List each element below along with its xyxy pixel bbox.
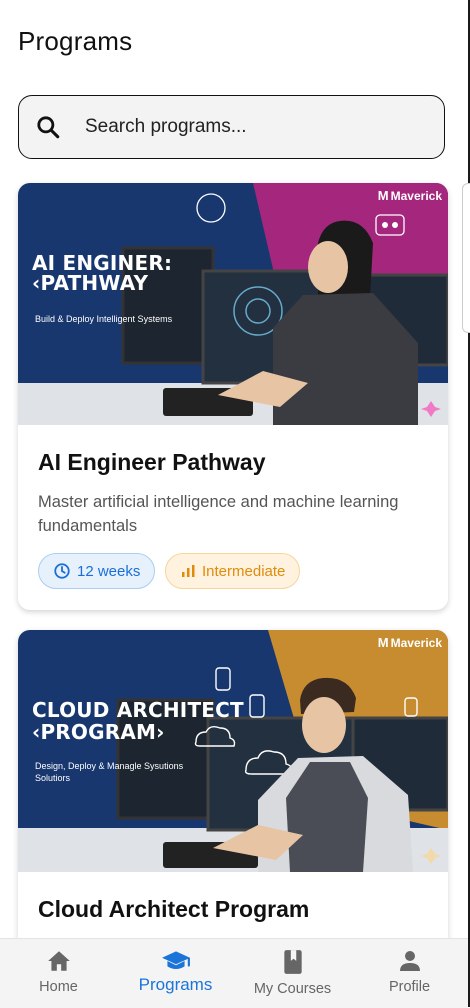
nav-label: Profile (388, 979, 431, 995)
program-banner: M Maverick AI ENGINER: ‹PATHWAY Build & D… (18, 183, 448, 425)
duration-badge: 12 weeks (38, 553, 156, 589)
program-card-cloud-architect[interactable]: M Maverick CLOUD ARCHITECT ‹PROGRAM› Desi… (18, 630, 448, 960)
book-icon (283, 950, 302, 974)
page-title: Programs (18, 26, 133, 56)
next-card-peek[interactable] (462, 183, 470, 333)
graduation-cap-icon (161, 951, 190, 970)
nav-label: Programs (138, 975, 213, 994)
banner-illustration (18, 183, 448, 425)
banner-title-line2: ‹PROGRAM› (32, 720, 165, 744)
program-title: AI Engineer Pathway (38, 449, 266, 475)
person-icon (399, 951, 420, 971)
nav-label: Home (39, 979, 78, 995)
brand-logo: M Maverick (377, 635, 442, 650)
program-banner: M Maverick CLOUD ARCHITECT ‹PROGRAM› Desi… (18, 630, 448, 872)
banner-illustration (18, 630, 448, 872)
level-badge: Intermediate (165, 553, 301, 589)
search-icon (37, 116, 60, 139)
nav-item-profile[interactable]: Profile (351, 939, 468, 1008)
program-card-ai-engineer[interactable]: M Maverick AI ENGINER: ‹PATHWAY Build & D… (18, 183, 448, 610)
nav-item-programs[interactable]: Programs (117, 939, 234, 1008)
bottom-navigation: Home Programs My Courses Profile (0, 938, 468, 1008)
search-bar[interactable] (18, 95, 445, 159)
brand-logo: M Maverick (377, 188, 442, 203)
nav-item-home[interactable]: Home (0, 939, 117, 1008)
clock-icon (54, 563, 70, 579)
program-description: Master artificial intelligence and machi… (38, 493, 399, 535)
home-icon (47, 951, 70, 971)
banner-subtitle: Design, Deploy & Managle Sysutions Solut… (35, 761, 184, 783)
nav-item-my-courses[interactable]: My Courses (234, 939, 351, 1008)
bar-chart-icon (182, 565, 195, 577)
banner-subtitle: Build & Deploy Intelligent Systems (35, 314, 173, 324)
program-title: Cloud Architect Program (38, 896, 310, 922)
nav-label: My Courses (253, 981, 332, 997)
banner-title-line2: ‹PATHWAY (32, 271, 149, 295)
banner-title-line1: CLOUD ARCHITECT (32, 698, 244, 722)
search-input[interactable] (83, 115, 407, 139)
